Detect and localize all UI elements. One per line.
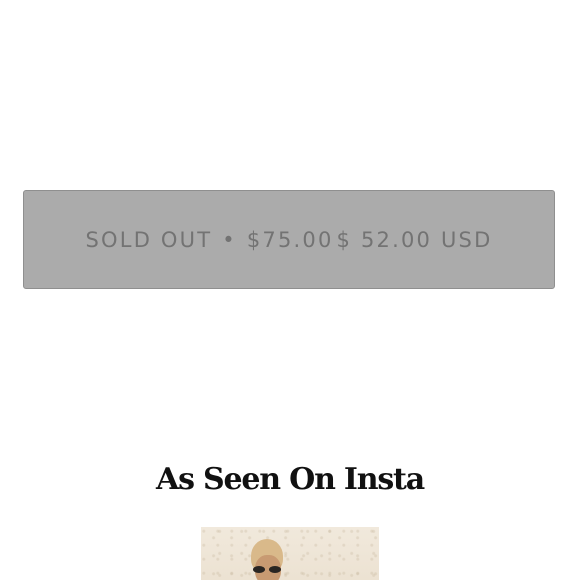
instagram-post-image[interactable]	[201, 527, 379, 580]
price-separator: •	[222, 227, 237, 252]
sunglasses-icon	[252, 566, 284, 573]
sold-out-label: SOLD OUT	[85, 227, 213, 252]
original-price: $75.00	[246, 227, 334, 252]
sale-price: $ 52.00 USD	[336, 227, 493, 252]
page: SOLD OUT • $75.00 $ 52.00 USD As Seen On…	[0, 0, 580, 580]
sold-out-button[interactable]: SOLD OUT • $75.00 $ 52.00 USD	[23, 190, 555, 289]
insta-section-title: As Seen On Insta	[156, 462, 425, 497]
sand-texture	[201, 527, 379, 580]
